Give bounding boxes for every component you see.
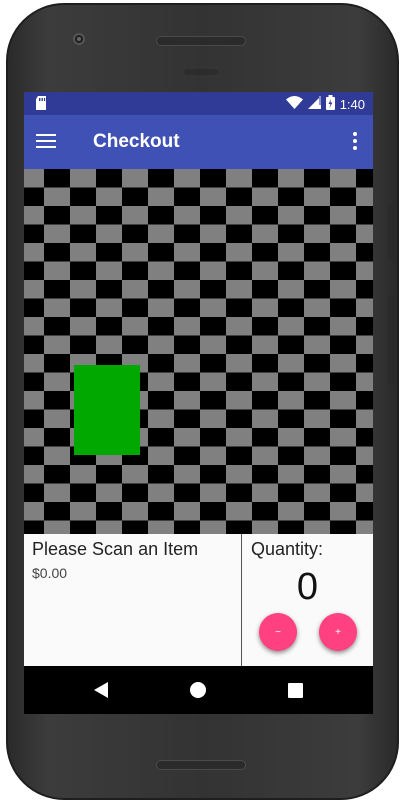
bottom-speaker <box>156 760 246 770</box>
proximity-sensor <box>184 69 218 75</box>
status-time: 1:40 <box>339 96 365 112</box>
earpiece-speaker <box>156 36 246 46</box>
battery-icon <box>325 95 335 113</box>
item-price: $0.00 <box>32 565 68 581</box>
system-nav-bar <box>24 666 373 714</box>
front-camera <box>73 33 85 45</box>
cell-signal-icon <box>307 96 321 112</box>
item-info: Please Scan an Item $0.00 <box>24 534 242 666</box>
increment-button[interactable]: + <box>319 613 357 651</box>
quantity-label: Quantity: <box>251 539 324 559</box>
recents-icon[interactable] <box>285 680 305 700</box>
menu-icon[interactable] <box>36 130 64 154</box>
decrement-button[interactable]: − <box>259 613 297 651</box>
back-icon[interactable] <box>91 680 111 700</box>
item-name: Please Scan an Item <box>32 539 199 559</box>
more-vert-icon[interactable] <box>349 132 361 154</box>
app-bar: Checkout <box>24 115 373 169</box>
page-title: Checkout <box>93 131 180 152</box>
volume-button <box>388 205 394 259</box>
checkout-panel: Please Scan an Item $0.00 Quantity: 0 − … <box>24 534 373 666</box>
camera-viewfinder <box>24 169 373 596</box>
device-screen: 1:40 Checkout Please Scan an Item $0.00 … <box>24 92 373 714</box>
home-icon[interactable] <box>188 680 208 700</box>
wifi-icon <box>285 96 303 112</box>
sd-card-icon <box>35 96 47 115</box>
status-bar: 1:40 <box>24 92 373 115</box>
power-button <box>388 295 394 385</box>
quantity-value: 0 <box>296 566 319 608</box>
quantity-panel: Quantity: 0 − + <box>242 534 373 666</box>
scanned-object <box>74 365 140 455</box>
